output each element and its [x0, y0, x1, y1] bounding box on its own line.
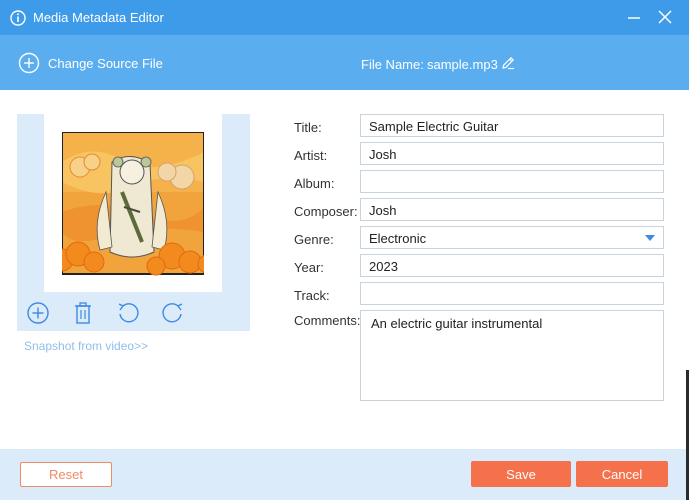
file-name-label: File Name:	[361, 57, 424, 72]
pencil-icon[interactable]	[500, 55, 516, 71]
info-icon	[10, 10, 26, 26]
rotate-left-icon[interactable]	[116, 301, 140, 325]
artist-field[interactable]: Josh	[360, 142, 664, 165]
cover-frame	[44, 114, 222, 292]
album-field[interactable]	[360, 170, 664, 193]
file-name-value: sample.mp3	[427, 57, 498, 72]
genre-value: Electronic	[369, 231, 427, 246]
footer: Reset Save Cancel	[0, 449, 689, 500]
add-icon[interactable]	[26, 301, 50, 325]
rotate-right-icon[interactable]	[161, 301, 185, 325]
composer-label: Composer:	[294, 204, 358, 219]
cover-tools	[17, 294, 250, 331]
cover-art-image[interactable]	[62, 132, 204, 276]
title-bar: Media Metadata Editor	[0, 0, 689, 35]
track-field[interactable]	[360, 282, 664, 305]
dropdown-caret-icon	[645, 235, 655, 241]
artist-label: Artist:	[294, 148, 328, 163]
cancel-button[interactable]: Cancel	[576, 461, 668, 487]
save-button[interactable]: Save	[471, 461, 571, 487]
change-source-file-label: Change Source File	[48, 55, 163, 71]
comments-label: Comments:	[294, 313, 361, 328]
minimize-icon[interactable]	[626, 9, 642, 25]
toolbar: Change Source File File Name: sample.mp3	[0, 35, 689, 90]
genre-select[interactable]: Electronic	[360, 226, 664, 249]
window-title: Media Metadata Editor	[33, 10, 164, 25]
year-label: Year:	[294, 260, 324, 275]
cover-panel	[17, 114, 250, 331]
album-label: Album:	[294, 176, 335, 191]
title-field[interactable]: Sample Electric Guitar	[360, 114, 664, 137]
add-circle-icon	[18, 52, 40, 74]
comments-textarea[interactable]: An electric guitar instrumental	[360, 310, 664, 401]
composer-field[interactable]: Josh	[360, 198, 664, 221]
trash-icon[interactable]	[71, 301, 95, 325]
snapshot-from-video-link[interactable]: Snapshot from video>>	[24, 339, 148, 353]
track-label: Track:	[294, 288, 330, 303]
genre-label: Genre:	[294, 232, 334, 247]
change-source-file-button[interactable]: Change Source File	[18, 51, 163, 75]
year-field[interactable]: 2023	[360, 254, 664, 277]
close-icon[interactable]	[657, 9, 673, 25]
title-label: Title:	[294, 120, 322, 135]
reset-button[interactable]: Reset	[20, 462, 112, 487]
